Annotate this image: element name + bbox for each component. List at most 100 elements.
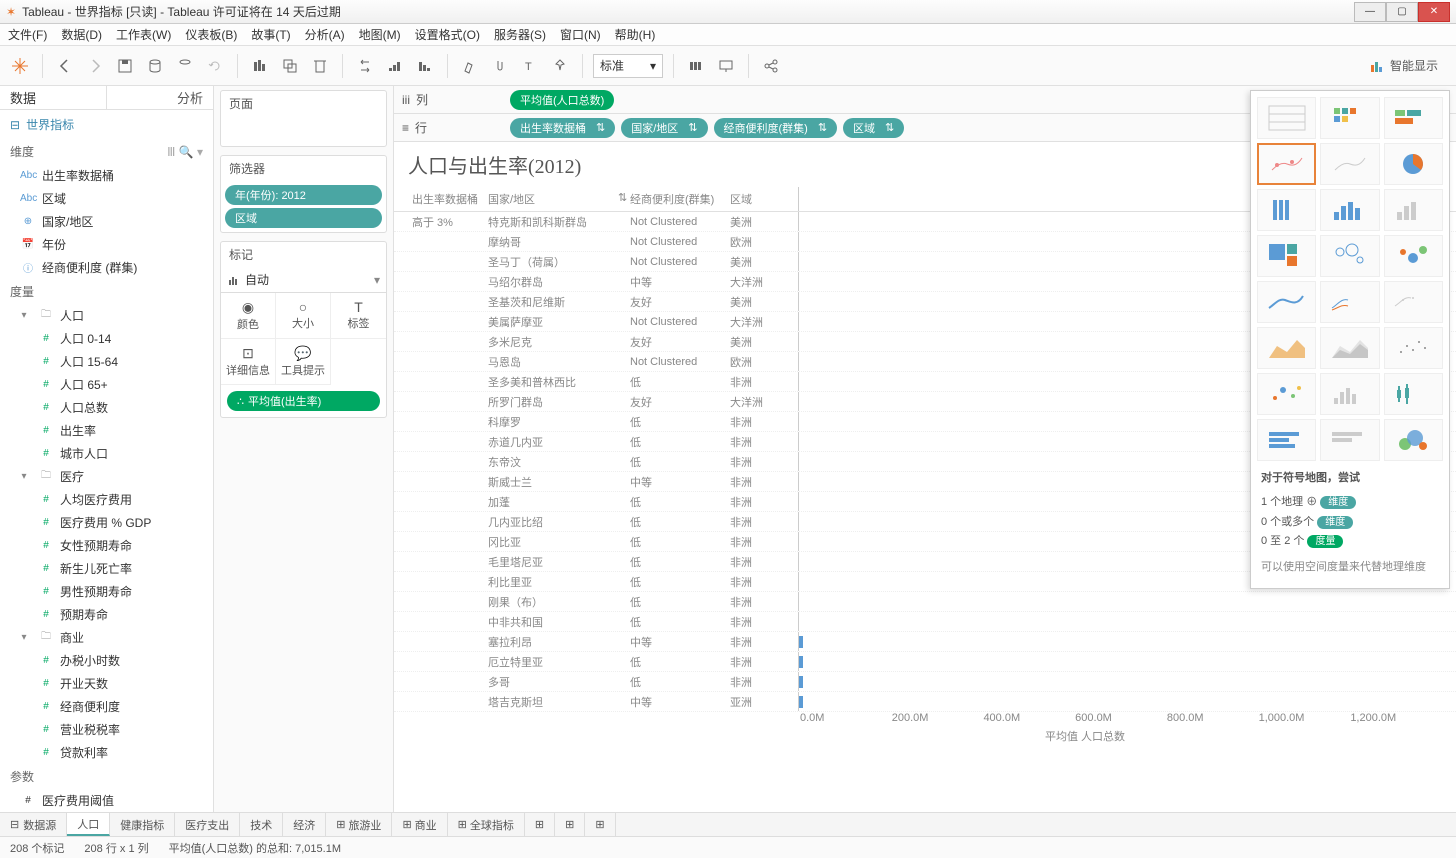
showme-viz-type[interactable] <box>1257 419 1316 461</box>
mark-property-大小[interactable]: ○大小 <box>276 293 331 339</box>
measure-field[interactable]: #出生率 <box>0 419 213 442</box>
save-button[interactable] <box>113 54 137 78</box>
measure-field[interactable]: #人口 0-14 <box>0 327 213 350</box>
datasource-name[interactable]: ⊟ 世界指标 <box>0 110 213 139</box>
menu-item[interactable]: 地图(M) <box>359 26 401 43</box>
attach-button[interactable] <box>488 54 512 78</box>
showme-viz-type[interactable] <box>1320 235 1379 277</box>
showme-viz-type[interactable] <box>1320 143 1379 185</box>
sort-desc-button[interactable] <box>413 54 437 78</box>
fit-mode-select[interactable]: 标准▾ <box>593 54 663 78</box>
mark-type-select[interactable]: 自动 ▾ <box>221 267 386 293</box>
measure-field[interactable]: #营业税税率 <box>0 718 213 741</box>
mark-property-工具提示[interactable]: 💬工具提示 <box>276 339 331 385</box>
measure-field[interactable]: #办税小时数 <box>0 649 213 672</box>
swap-button[interactable] <box>353 54 377 78</box>
sort-icon[interactable]: ⇅ <box>614 187 626 211</box>
row-pill[interactable]: 国家/地区⇅ <box>621 118 707 138</box>
mark-property-颜色[interactable]: ◉颜色 <box>221 293 276 339</box>
share-button[interactable] <box>759 54 783 78</box>
measure-field[interactable]: #人口 65+ <box>0 373 213 396</box>
pages-shelf[interactable]: 页面 <box>220 90 387 147</box>
menu-item[interactable]: 故事(T) <box>251 26 290 43</box>
sheet-tab[interactable]: 医疗支出 <box>175 813 240 836</box>
duplicate-button[interactable] <box>278 54 302 78</box>
presentation-button[interactable] <box>714 54 738 78</box>
mark-property-详细信息[interactable]: ⊡详细信息 <box>221 339 276 385</box>
tab-analytics[interactable]: 分析 <box>107 86 213 109</box>
measure-folder[interactable]: ▾🗀人口 <box>0 304 213 327</box>
showme-viz-type[interactable] <box>1320 97 1379 139</box>
hdr-region[interactable]: 区域 <box>726 187 798 211</box>
new-dashboard-tab[interactable]: ⊞ <box>555 813 585 836</box>
showme-viz-type[interactable] <box>1257 235 1316 277</box>
showme-viz-type[interactable] <box>1384 189 1443 231</box>
showme-viz-type[interactable] <box>1320 327 1379 369</box>
table-row[interactable]: 厄立特里亚低非洲 <box>394 652 1456 672</box>
show-me-button[interactable]: 智能显示 <box>1360 57 1448 74</box>
sheet-tab[interactable]: ⊞全球指标 <box>448 813 525 836</box>
showme-viz-type[interactable] <box>1320 281 1379 323</box>
filters-shelf[interactable]: 筛选器 年(年份): 2012区域 <box>220 155 387 233</box>
measure-field[interactable]: #贷款利率 <box>0 741 213 764</box>
dimension-field[interactable]: Abc区域 <box>0 187 213 210</box>
columns-pill[interactable]: 平均值(人口总数) <box>510 90 614 110</box>
menu-item[interactable]: 数据(D) <box>61 26 102 43</box>
menu-item[interactable]: 帮助(H) <box>615 26 656 43</box>
forward-button[interactable] <box>83 54 107 78</box>
showme-viz-type[interactable] <box>1384 373 1443 415</box>
table-row[interactable]: 塞拉利昂中等非洲 <box>394 632 1456 652</box>
minimize-button[interactable]: — <box>1354 2 1386 22</box>
showme-viz-type[interactable] <box>1384 281 1443 323</box>
showme-viz-type[interactable] <box>1384 97 1443 139</box>
filter-pill[interactable]: 区域 <box>225 208 382 228</box>
menu-item[interactable]: 仪表板(B) <box>185 26 237 43</box>
undo-button[interactable] <box>203 54 227 78</box>
mark-property-标签[interactable]: T标签 <box>331 293 386 339</box>
filter-pill[interactable]: 年(年份): 2012 <box>225 185 382 205</box>
measure-field[interactable]: #预期寿命 <box>0 603 213 626</box>
dimension-field[interactable]: 📅年份 <box>0 233 213 256</box>
showme-viz-type[interactable] <box>1384 235 1443 277</box>
row-pill[interactable]: 区域⇅ <box>843 118 904 138</box>
parameter-field[interactable]: #医疗费用阈值 <box>0 789 213 812</box>
pin-button[interactable] <box>548 54 572 78</box>
table-row[interactable]: 刚果（布）低非洲 <box>394 592 1456 612</box>
menu-item[interactable]: 文件(F) <box>8 26 47 43</box>
measure-field[interactable]: #人均医疗费用 <box>0 488 213 511</box>
sheet-tab[interactable]: ⊞旅游业 <box>326 813 392 836</box>
measure-field[interactable]: #新生儿死亡率 <box>0 557 213 580</box>
mark-pill-avg-birthrate[interactable]: ∴平均值(出生率) <box>227 391 380 411</box>
new-datasource-button[interactable] <box>143 54 167 78</box>
new-worksheet-button[interactable] <box>248 54 272 78</box>
sheet-tab[interactable]: 人口 <box>67 813 110 836</box>
measure-field[interactable]: #经商便利度 <box>0 695 213 718</box>
showme-viz-type[interactable] <box>1384 419 1443 461</box>
new-worksheet-tab[interactable]: ⊞ <box>525 813 555 836</box>
showme-viz-type[interactable] <box>1320 373 1379 415</box>
showme-viz-type[interactable] <box>1384 327 1443 369</box>
measure-folder[interactable]: ▾🗀商业 <box>0 626 213 649</box>
text-button[interactable]: T <box>518 54 542 78</box>
maximize-button[interactable]: ▢ <box>1386 2 1418 22</box>
sort-asc-button[interactable] <box>383 54 407 78</box>
close-button[interactable]: ✕ <box>1418 2 1450 22</box>
menu-item[interactable]: 窗口(N) <box>560 26 601 43</box>
showme-viz-type[interactable] <box>1320 419 1379 461</box>
measure-field[interactable]: #人口总数 <box>0 396 213 419</box>
table-row[interactable]: 多哥低非洲 <box>394 672 1456 692</box>
showme-viz-type[interactable] <box>1257 97 1316 139</box>
table-row[interactable]: 中非共和国低非洲 <box>394 612 1456 632</box>
sheet-tab[interactable]: 健康指标 <box>110 813 175 836</box>
menu-item[interactable]: 工作表(W) <box>116 26 171 43</box>
showme-viz-type[interactable] <box>1320 189 1379 231</box>
highlight-button[interactable] <box>458 54 482 78</box>
tableau-icon[interactable] <box>8 54 32 78</box>
dimension-field[interactable]: ⊕国家/地区 <box>0 210 213 233</box>
measure-field[interactable]: #女性预期寿命 <box>0 534 213 557</box>
menu-item[interactable]: 服务器(S) <box>494 26 546 43</box>
sheet-tab[interactable]: ⊞商业 <box>392 813 447 836</box>
menu-item[interactable]: 分析(A) <box>305 26 345 43</box>
sheet-tab[interactable]: 技术 <box>240 813 283 836</box>
hdr-cluster[interactable]: 经商便利度(群集) <box>626 187 726 211</box>
